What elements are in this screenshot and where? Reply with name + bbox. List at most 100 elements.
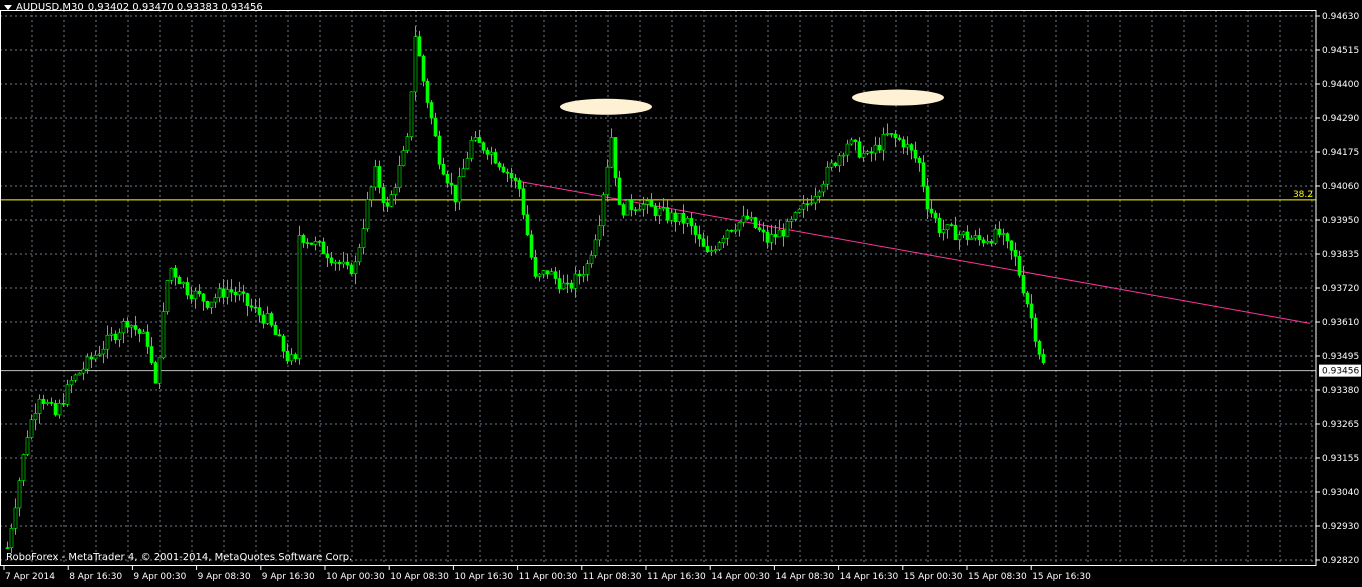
candle-body <box>473 137 478 141</box>
candle-body <box>61 402 66 405</box>
candle-body <box>321 241 326 255</box>
candle-body <box>529 234 534 258</box>
candle-body <box>213 297 218 303</box>
y-tick-label: 0.94060 <box>1322 182 1359 192</box>
candle-body <box>853 139 858 143</box>
candle-body <box>745 215 750 220</box>
candle-body <box>261 314 266 324</box>
candle-body <box>429 102 434 119</box>
candle-body <box>973 235 978 239</box>
candle-body <box>841 154 846 157</box>
candle-body <box>553 271 558 279</box>
candle-body <box>813 196 818 204</box>
x-tick-label: 7 Apr 2014 <box>5 572 55 582</box>
candle-body <box>365 199 370 230</box>
candle-body <box>925 186 930 210</box>
x-tick-label: 8 Apr 16:30 <box>69 572 122 582</box>
candle-body <box>461 168 466 178</box>
candle-body <box>845 143 850 156</box>
candle-body <box>705 246 710 253</box>
candle-body <box>41 398 46 404</box>
y-tick-label: 0.94630 <box>1322 12 1359 22</box>
candle-body <box>465 158 470 170</box>
candle-body <box>109 333 114 336</box>
candle-body <box>405 136 410 151</box>
candle-body <box>169 267 174 281</box>
candle-body <box>345 261 350 266</box>
candle-body <box>677 212 682 223</box>
triangle-down-icon[interactable] <box>4 5 12 10</box>
candle-body <box>409 91 414 138</box>
candle-body <box>381 187 386 203</box>
candle-body <box>209 301 214 308</box>
candle-body <box>697 234 702 240</box>
candle-body <box>477 137 482 143</box>
candle-body <box>609 137 614 168</box>
candle-body <box>861 152 866 158</box>
candle-body <box>1001 233 1006 235</box>
y-tick-label: 0.94290 <box>1322 114 1359 124</box>
candle-body <box>957 234 962 241</box>
candle-body <box>357 247 362 263</box>
symbol-header[interactable]: AUDUSD,M30 0.93402 0.93470 0.93383 0.934… <box>4 2 263 13</box>
candle-body <box>733 229 738 232</box>
chart-background <box>0 0 1362 583</box>
candle-body <box>65 384 70 405</box>
candle-body <box>77 372 82 376</box>
candle-body <box>589 254 594 265</box>
candle-body <box>29 419 34 438</box>
candle-body <box>441 164 446 175</box>
candle-body <box>193 290 198 300</box>
candle-body <box>113 333 118 341</box>
candle-body <box>305 242 310 244</box>
candle-body <box>469 139 474 159</box>
candle-body <box>149 346 154 363</box>
candle-body <box>309 242 314 245</box>
candle-body <box>921 162 926 187</box>
candle-body <box>185 282 190 296</box>
candle-body <box>413 36 418 93</box>
candle-body <box>641 204 646 210</box>
candle-body <box>121 320 126 334</box>
candle-body <box>857 141 862 158</box>
candle-body <box>449 182 454 186</box>
candle-body <box>1013 249 1018 257</box>
candle-body <box>837 155 842 167</box>
candle-body <box>685 218 690 224</box>
candle-body <box>341 261 346 265</box>
candle-body <box>241 291 246 294</box>
candle-body <box>481 142 486 151</box>
candle-body <box>289 354 294 362</box>
candle-body <box>629 200 634 211</box>
candle-body <box>385 202 390 207</box>
fib-label: 38.2 <box>1293 190 1313 200</box>
candle-body <box>269 313 274 326</box>
x-tick-label: 11 Apr 00:30 <box>519 572 578 582</box>
candle-body <box>545 270 550 275</box>
candle-body <box>877 144 882 151</box>
candle-body <box>637 208 642 211</box>
candle-body <box>969 237 974 240</box>
candle-body <box>245 293 250 307</box>
candle-body <box>453 184 458 203</box>
candle-body <box>369 186 374 200</box>
chart-svg[interactable]: 38.2 0.94630 0.94515 0.94400 0.94290 0.94175… <box>0 0 1362 583</box>
candle-body <box>485 149 490 155</box>
candle-body <box>325 253 330 259</box>
candle-body <box>693 225 698 235</box>
candle-body <box>633 209 638 212</box>
candle-body <box>433 117 438 137</box>
candle-body <box>181 282 186 285</box>
candle-body <box>277 334 282 337</box>
candle-body <box>189 294 194 300</box>
candle-body <box>329 257 334 264</box>
candle-body <box>145 331 150 347</box>
candle-body <box>665 207 670 221</box>
candle-body <box>257 307 262 316</box>
candle-body <box>253 306 258 309</box>
symbol-label: AUDUSD,M30 <box>16 2 84 13</box>
price-chart[interactable]: 38.2 0.94630 0.94515 0.94400 0.94290 0.94175… <box>0 0 1362 583</box>
candle-body <box>521 188 526 215</box>
candle-body <box>21 454 26 481</box>
candle-body <box>161 311 166 359</box>
